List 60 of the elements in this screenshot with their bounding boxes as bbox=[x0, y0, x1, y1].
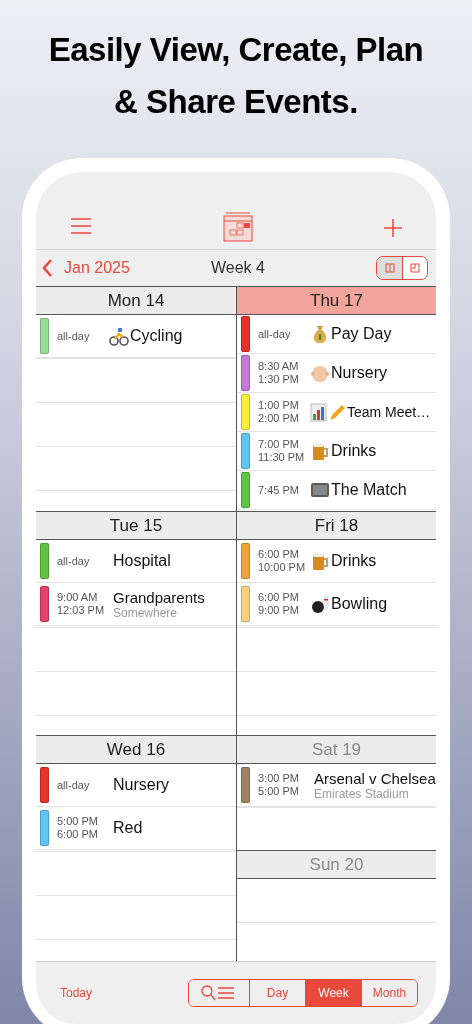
search-list-icon bbox=[201, 985, 237, 1001]
layout-toggle[interactable] bbox=[402, 257, 427, 279]
event-title[interactable]: Cycling bbox=[130, 327, 183, 345]
event-title[interactable]: Team Meet… bbox=[347, 404, 431, 420]
start-time: 3:00 PM bbox=[258, 772, 300, 785]
day-header[interactable]: Fri 18 bbox=[237, 511, 436, 540]
event-location: Emirates Stadium bbox=[314, 786, 410, 801]
event-title[interactable]: The Match bbox=[331, 481, 407, 499]
start-time: 8:30 AM bbox=[258, 360, 300, 373]
menu-icon[interactable] bbox=[70, 217, 92, 235]
add-icon[interactable] bbox=[384, 219, 402, 237]
start-time: 1:00 PM bbox=[258, 399, 300, 412]
end-time: 10:00 PM bbox=[258, 561, 307, 574]
day-header[interactable]: Mon 14 bbox=[36, 287, 236, 315]
event-title[interactable]: Red bbox=[113, 819, 143, 837]
baby-face-icon bbox=[310, 363, 330, 383]
bowling-icon bbox=[310, 594, 330, 614]
event-time: all-day bbox=[57, 329, 91, 343]
day-header[interactable]: Tue 15 bbox=[36, 511, 236, 540]
event-title[interactable]: Grandparents bbox=[113, 588, 205, 606]
headline: Easily View, Create, Plan & Share Events. bbox=[47, 30, 425, 122]
event-title[interactable]: Arsenal v Chelsea bbox=[314, 769, 436, 787]
cyclist-icon bbox=[109, 326, 129, 346]
event-title[interactable]: Pay Day bbox=[331, 325, 392, 343]
event-title[interactable]: Hospital bbox=[113, 552, 171, 570]
start-time: 5:00 PM bbox=[57, 815, 99, 828]
start-time: 9:00 AM bbox=[57, 591, 99, 604]
day-header[interactable]: Wed 16 bbox=[36, 735, 236, 764]
event-title[interactable]: Nursery bbox=[113, 776, 169, 794]
calendar-logo-icon[interactable] bbox=[222, 211, 254, 243]
layout-toggle[interactable] bbox=[377, 257, 402, 279]
end-time: 11:30 PM bbox=[258, 451, 306, 464]
back-chevron-icon bbox=[42, 259, 52, 277]
chart-pencil-icon bbox=[310, 402, 346, 422]
split-view-icon bbox=[384, 263, 395, 273]
end-time: 2:00 PM bbox=[258, 412, 300, 425]
event-time: all-day bbox=[258, 327, 292, 341]
end-time: 1:30 PM bbox=[258, 373, 300, 386]
day-header[interactable]: Thu 17 bbox=[237, 287, 436, 315]
event-title[interactable]: Bowling bbox=[331, 595, 388, 613]
week-title: Week 4 bbox=[209, 259, 266, 277]
start-time: 7:45 PM bbox=[258, 483, 300, 497]
start-time: 6:00 PM bbox=[258, 591, 300, 604]
event-time: all-day bbox=[57, 554, 91, 568]
single-view-icon bbox=[410, 263, 420, 273]
event-title[interactable]: Drinks bbox=[331, 442, 377, 460]
beer-mug-icon bbox=[310, 551, 330, 571]
end-time: 6:00 PM bbox=[57, 828, 99, 841]
beer-mug-icon bbox=[310, 441, 330, 461]
start-time: 7:00 PM bbox=[258, 438, 300, 451]
end-time: 12:03 PM bbox=[57, 604, 106, 617]
event-location: Somewhere bbox=[113, 605, 178, 620]
television-icon bbox=[310, 480, 330, 500]
end-time: 9:00 PM bbox=[258, 604, 300, 617]
event-title[interactable]: Nursery bbox=[331, 364, 387, 382]
end-time: 5:00 PM bbox=[258, 785, 300, 798]
event-time: all-day bbox=[57, 778, 91, 792]
event-title[interactable]: Drinks bbox=[331, 552, 377, 570]
start-time: 6:00 PM bbox=[258, 548, 300, 561]
view-tab[interactable]: Week bbox=[305, 980, 361, 1006]
